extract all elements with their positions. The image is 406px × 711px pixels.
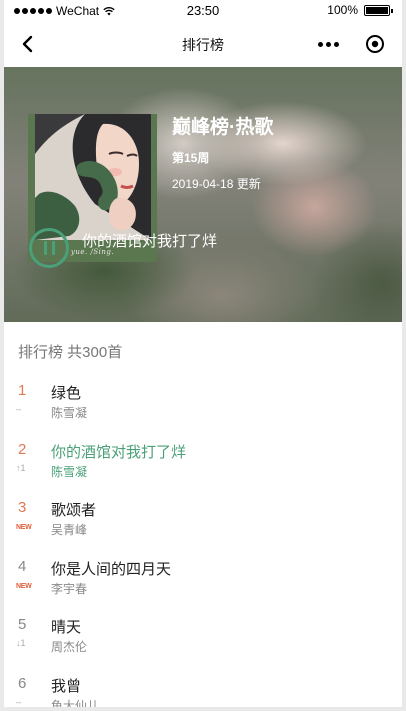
more-dots-icon xyxy=(317,41,323,47)
song-list: 1 – 绿色 陈雪凝 2 ↑1 你的酒馆对我打了烊 陈雪凝 3 NEW 歌颂者 … xyxy=(4,372,402,711)
now-playing-title[interactable]: 你的酒馆对我打了烊 xyxy=(82,230,217,251)
song-title: 我曾 xyxy=(51,677,82,695)
song-title: 歌颂者 xyxy=(51,502,97,519)
song-artist: 陈雪凝 xyxy=(51,406,88,420)
song-row[interactable]: 3 NEW 歌颂者 吴青峰 xyxy=(4,489,402,548)
rank-trend: ↑1 xyxy=(16,462,26,473)
rank-trend-new-badge: NEW xyxy=(16,582,32,590)
close-miniprogram-button[interactable] xyxy=(362,31,388,57)
song-rank: 1 xyxy=(18,382,27,399)
mini-program-capsule xyxy=(314,31,388,57)
song-rank: 5 xyxy=(18,616,27,633)
chart-header: yue. /Sing. 巅峰榜·热歌 第15周 2019-04-18 更新 你的… xyxy=(4,67,402,322)
song-row[interactable]: 1 – 绿色 陈雪凝 xyxy=(4,372,402,431)
section-heading: 排行榜 共300首 xyxy=(18,344,123,361)
chart-title: 巅峰榜·热歌 xyxy=(172,117,274,138)
target-close-icon xyxy=(366,35,384,53)
song-artist: 陈雪凝 xyxy=(51,464,88,479)
song-title: 你是人间的四月天 xyxy=(51,560,172,578)
cover-illustration xyxy=(35,114,151,240)
rank-trend: – xyxy=(16,404,22,414)
song-artist: 李宇春 xyxy=(51,581,88,596)
song-title: 绿色 xyxy=(51,385,82,402)
song-rank: 2 xyxy=(18,440,27,458)
status-bar: WeChat 23:50 100% xyxy=(4,0,402,22)
pause-icon xyxy=(43,241,47,255)
nav-bar: 排行榜 xyxy=(4,22,402,67)
song-artist: 吴青峰 xyxy=(51,523,88,537)
chart-update-date: 2019-04-18 更新 xyxy=(172,177,261,191)
song-rank: 4 xyxy=(18,557,27,575)
song-title: 你的酒馆对我打了烊 xyxy=(51,443,187,461)
song-title: 晴天 xyxy=(51,619,82,636)
battery-percent: 100% xyxy=(327,3,358,17)
chart-week: 第15周 xyxy=(172,151,210,165)
song-row[interactable]: 4 NEW 你是人间的四月天 李宇春 xyxy=(4,548,402,607)
battery-area: 100% xyxy=(327,3,393,17)
song-row-playing[interactable]: 2 ↑1 你的酒馆对我打了烊 陈雪凝 xyxy=(4,431,402,490)
song-row[interactable]: 5 ↓1 晴天 周杰伦 xyxy=(4,606,402,665)
phone-frame: WeChat 23:50 100% 排行榜 yue. /Sing. 巅峰榜·热歌… xyxy=(0,0,406,711)
rank-trend: – xyxy=(16,696,22,707)
song-row[interactable]: 6 – 我曾 鱼大仙儿 xyxy=(4,665,402,711)
song-artist: 周杰伦 xyxy=(51,640,88,654)
pause-button[interactable] xyxy=(29,228,69,268)
more-button[interactable] xyxy=(314,31,342,57)
battery-icon xyxy=(364,4,393,16)
song-artist: 鱼大仙儿 xyxy=(51,698,100,711)
song-rank: 3 xyxy=(18,499,27,516)
song-rank: 6 xyxy=(18,674,27,692)
rank-trend: ↓1 xyxy=(16,638,26,648)
rank-trend-new-badge: NEW xyxy=(16,524,32,531)
